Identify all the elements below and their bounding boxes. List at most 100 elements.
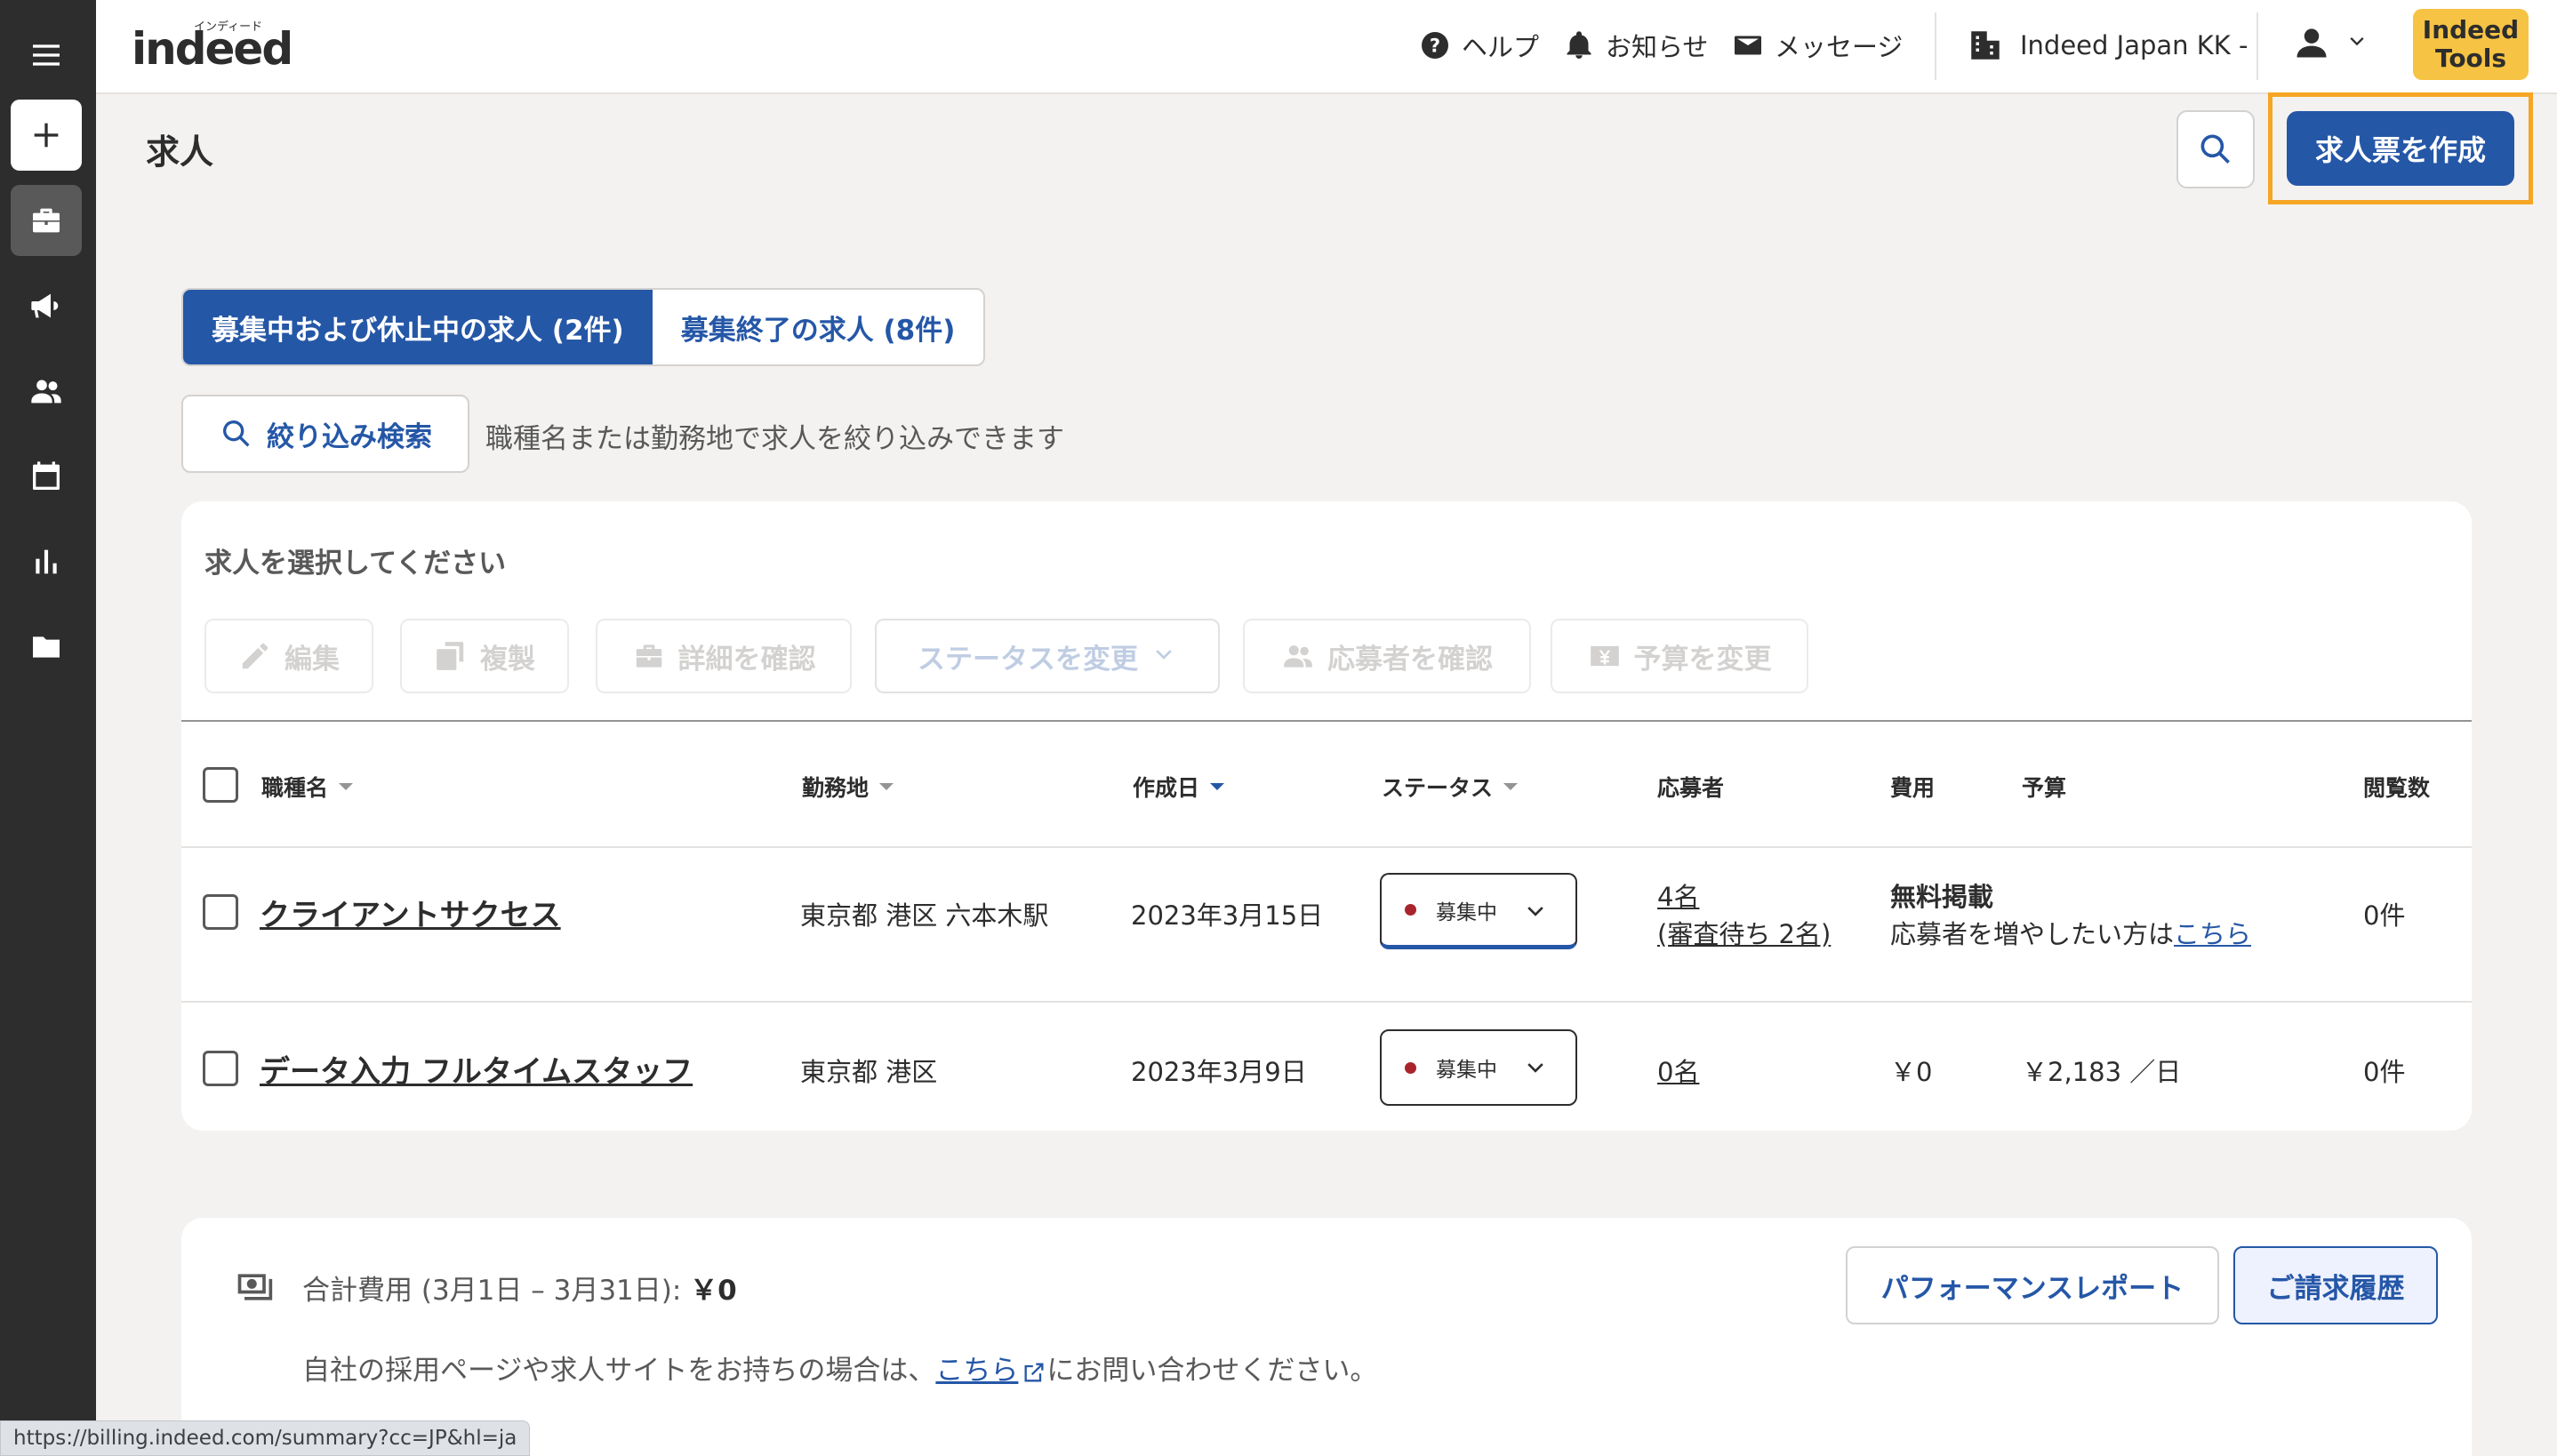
change-budget-label: 予算を変更 <box>1633 643 1772 676</box>
billing-history-button[interactable]: ご請求履歴 <box>2233 1246 2438 1324</box>
browser-status-url: https://billing.indeed.com/summary?cc=JP… <box>0 1420 531 1456</box>
search-icon <box>2200 134 2230 164</box>
bell-icon <box>1567 31 1591 59</box>
sort-icon <box>339 783 354 790</box>
status-dot <box>1405 904 1416 916</box>
messages-label: メッセージ <box>1775 32 1904 62</box>
yen-icon <box>1590 645 1619 667</box>
user-icon <box>2296 28 2327 58</box>
sidebar-item-files[interactable] <box>11 612 82 683</box>
help-label: ヘルプ <box>1462 32 1540 62</box>
status-label: 募集中 <box>1436 900 1497 924</box>
company-name: Indeed Japan KK - <box>2020 30 2248 60</box>
row-checkbox[interactable] <box>203 1051 238 1086</box>
copy-button[interactable]: 複製 <box>400 619 569 693</box>
job-title-link[interactable]: データ入力 フルタイムスタッフ <box>260 1047 693 1091</box>
applicants-count-link[interactable]: 0名 <box>1657 1052 1699 1089</box>
notifications-link[interactable]: お知らせ <box>1563 27 1708 64</box>
sidebar-item-jobs[interactable] <box>11 185 82 256</box>
col-cost-label: 費用 <box>1890 775 1936 801</box>
people-icon <box>1284 645 1312 668</box>
job-location: 東京都 港区 <box>800 1057 938 1087</box>
indeed-logo[interactable]: インディード indeed <box>130 18 308 75</box>
col-applicants-label: 応募者 <box>1657 775 1725 801</box>
applicants-count-link[interactable]: 4名 <box>1657 876 1699 914</box>
contact-prefix: 自社の採用ページや求人サイトをお持ちの場合は、 <box>302 1355 936 1387</box>
job-views: 0件 <box>2363 1057 2406 1087</box>
external-link-icon <box>1024 1363 1044 1381</box>
col-title-label: 職種名 <box>261 775 329 801</box>
company-switcher[interactable]: Indeed Japan KK - <box>1967 27 2248 64</box>
job-budget: ￥2,183 ／日 <box>2022 1057 2182 1087</box>
megaphone-icon <box>31 293 59 318</box>
job-cost: ￥0 <box>1890 1057 1933 1087</box>
col-applicants-header: 応募者 <box>1657 771 1724 803</box>
indeed-tools-button[interactable]: Indeed Tools <box>2413 9 2529 80</box>
svg-text:indeed: indeed <box>132 23 292 71</box>
view-applicants-button[interactable]: 応募者を確認 <box>1243 619 1531 693</box>
tab-open-jobs[interactable]: 募集中および休止中の求人 (2件) <box>183 290 653 364</box>
briefcase-icon <box>33 208 60 233</box>
building-icon <box>1971 31 2000 60</box>
col-title-header[interactable]: 職種名 <box>261 771 354 803</box>
help-link[interactable]: ? ヘルプ <box>1419 27 1539 64</box>
filter-search-button[interactable]: 絞り込み検索 <box>181 395 469 473</box>
account-menu[interactable] <box>2292 23 2369 62</box>
table-top-rule <box>181 720 2472 722</box>
hamburger-icon <box>33 44 60 66</box>
col-location-header[interactable]: 勤務地 <box>802 771 894 803</box>
contact-note: 自社の採用ページや求人サイトをお持ちの場合は、こちら にお問い合わせください。 <box>302 1348 1377 1388</box>
col-created-header[interactable]: 作成日 <box>1133 771 1225 803</box>
status-dropdown[interactable]: 募集中 <box>1380 873 1577 949</box>
row-checkbox[interactable] <box>203 894 238 930</box>
jobs-card-title: 求人を選択してください <box>204 548 507 580</box>
create-job-button[interactable]: 求人票を作成 <box>2287 111 2514 186</box>
col-views-header: 閲覧数 <box>2363 771 2430 803</box>
total-cost-value: ￥0 <box>690 1275 737 1307</box>
status-dropdown[interactable]: 募集中 <box>1380 1029 1577 1106</box>
menu-button[interactable] <box>11 20 82 91</box>
edit-label: 編集 <box>285 643 340 676</box>
sidebar-item-candidates[interactable] <box>11 356 82 427</box>
search-icon <box>223 420 250 447</box>
performance-report-button[interactable]: パフォーマンスレポート <box>1846 1246 2219 1324</box>
view-applicants-label: 応募者を確認 <box>1327 643 1493 676</box>
mail-icon <box>1735 36 1761 55</box>
col-budget-header: 予算 <box>2022 771 2066 803</box>
sidebar-create-button[interactable] <box>11 100 82 171</box>
cost-free-label: 無料掲載 <box>1890 882 1994 912</box>
details-button[interactable]: 詳細を確認 <box>596 619 852 693</box>
cost-upgrade-label: 応募者を増やしたい方は <box>1890 919 2175 949</box>
sidebar-item-analytics[interactable] <box>11 526 82 597</box>
select-all-checkbox[interactable] <box>203 767 238 803</box>
chevron-down-icon <box>1527 907 1543 916</box>
upgrade-link[interactable]: こちら <box>2174 919 2251 949</box>
job-location: 東京都 港区 六本木駅 <box>800 900 1049 931</box>
sidebar-item-campaigns[interactable] <box>11 270 82 341</box>
tools-label-line1: Indeed <box>2422 15 2520 44</box>
col-views-label: 閲覧数 <box>2363 775 2431 801</box>
tab-closed-jobs[interactable]: 募集終了の求人 (8件) <box>653 290 984 364</box>
change-budget-button[interactable]: 予算を変更 <box>1551 619 1808 693</box>
job-created-date: 2023年3月9日 <box>1131 1057 1307 1087</box>
chevron-down-icon <box>2350 37 2364 46</box>
contact-suffix: にお問い合わせください。 <box>1046 1355 1378 1387</box>
tools-label-line2: Tools <box>2434 44 2507 73</box>
bar-chart-icon <box>36 549 57 574</box>
job-title-link[interactable]: クライアントサクセス <box>260 891 561 934</box>
pencil-icon <box>242 643 269 669</box>
job-views: 0件 <box>2363 900 2406 931</box>
job-status-tabs: 募集中および休止中の求人 (2件) 募集終了の求人 (8件) <box>181 288 986 366</box>
messages-link[interactable]: メッセージ <box>1732 27 1903 64</box>
edit-button[interactable]: 編集 <box>204 619 373 693</box>
col-status-header[interactable]: ステータス <box>1382 771 1519 803</box>
plus-icon <box>34 123 59 148</box>
row-separator <box>181 846 2472 848</box>
change-status-dropdown[interactable]: ステータスを変更 <box>875 619 1220 693</box>
contact-link[interactable]: こちら <box>935 1355 1046 1387</box>
status-label: 募集中 <box>1436 1059 1497 1082</box>
job-search-button[interactable] <box>2176 110 2255 188</box>
pending-review-link[interactable]: (審査待ち 2名) <box>1657 914 1831 951</box>
sidebar-item-interviews[interactable] <box>11 441 82 512</box>
help-icon: ? <box>1422 32 1448 59</box>
